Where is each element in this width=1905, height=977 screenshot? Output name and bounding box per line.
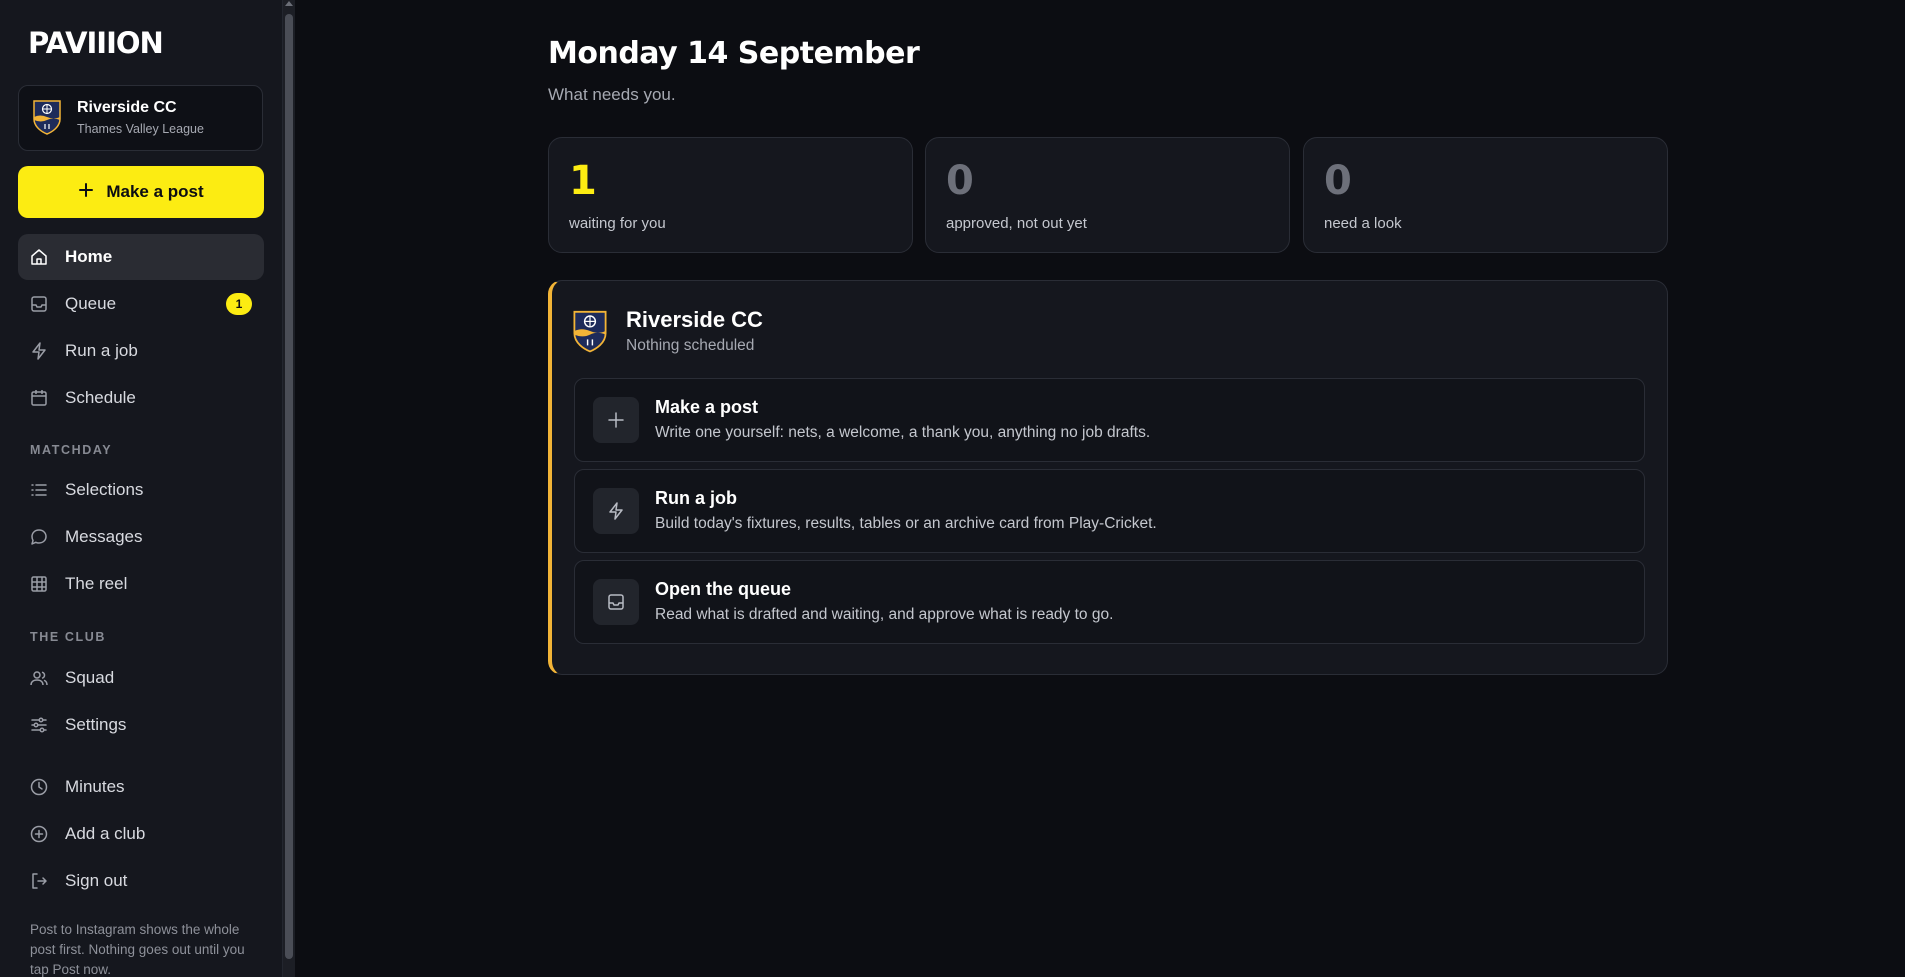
nav-item-label: The reel: [65, 574, 128, 593]
nav-item-label: Settings: [65, 715, 127, 734]
stat-label: need a look: [1324, 215, 1402, 232]
nav-item-label: Messages: [65, 527, 143, 546]
lightning-icon: [593, 488, 639, 534]
club-switcher[interactable]: Riverside CC Thames Valley League: [18, 85, 263, 151]
calendar-icon: [30, 389, 48, 407]
club-panel: Riverside CC Nothing scheduled Make a po…: [548, 280, 1668, 675]
footer-note: Post to Instagram shows the whole post f…: [30, 922, 245, 977]
inbox-icon: [593, 579, 639, 625]
club-panel-name: Riverside CC: [626, 307, 763, 332]
club-name: Riverside CC: [77, 99, 177, 116]
nav-item-label: Selections: [65, 480, 144, 499]
plus-icon: [593, 397, 639, 443]
nav-item-label: Add a club: [65, 824, 146, 843]
page-title: Monday 14 September: [548, 36, 920, 71]
action-run-job[interactable]: Run a job Build today's fixtures, result…: [574, 469, 1645, 553]
nav-item-label: Run a job: [65, 341, 138, 360]
club-league: Thames Valley League: [77, 122, 204, 136]
nav-item-add-club[interactable]: Add a club: [18, 811, 264, 857]
club-crest-icon: [32, 99, 62, 140]
users-icon: [30, 669, 48, 687]
nav-item-label: Sign out: [65, 871, 128, 890]
chat-bubble-icon: [30, 528, 48, 546]
sidebar: PAVIIION Riverside CC Thames Valley Leag…: [0, 0, 283, 977]
lightning-icon: [30, 342, 48, 360]
nav-item-run-job[interactable]: Run a job: [18, 328, 264, 374]
stat-value: 0: [1324, 158, 1352, 204]
nav-item-label: Squad: [65, 668, 115, 687]
action-title: Run a job: [655, 488, 737, 508]
section-label-matchday: MATCHDAY: [30, 443, 113, 457]
make-post-button[interactable]: Make a post: [18, 166, 264, 218]
nav-item-label: Schedule: [65, 388, 136, 407]
nav-item-queue[interactable]: Queue 1: [18, 281, 264, 327]
stat-card-waiting[interactable]: 1 waiting for you: [548, 137, 913, 253]
action-description: Read what is drafted and waiting, and ap…: [655, 606, 1114, 623]
scroll-up-arrow-icon[interactable]: [285, 1, 293, 6]
stat-value: 1: [569, 158, 597, 204]
nav-item-minutes[interactable]: Minutes: [18, 764, 264, 810]
nav-item-schedule[interactable]: Schedule: [18, 375, 264, 421]
nav-item-reel[interactable]: The reel: [18, 561, 264, 607]
grid-icon: [30, 575, 48, 593]
nav-item-settings[interactable]: Settings: [18, 702, 264, 748]
club-crest-icon: [572, 309, 608, 358]
inbox-icon: [30, 295, 48, 313]
stat-card-approved[interactable]: 0 approved, not out yet: [925, 137, 1290, 253]
stat-value: 0: [946, 158, 974, 204]
club-panel-status: Nothing scheduled: [626, 337, 755, 354]
brand-logo[interactable]: PAVIIION: [28, 26, 164, 60]
nav-item-label: Home: [65, 247, 113, 266]
list-icon: [30, 481, 48, 499]
action-title: Open the queue: [655, 579, 792, 599]
action-make-post[interactable]: Make a post Write one yourself: nets, a …: [574, 378, 1645, 462]
home-icon: [30, 248, 48, 266]
plus-icon: [78, 182, 94, 203]
nav-item-label: Queue: [65, 294, 117, 313]
nav-item-selections[interactable]: Selections: [18, 467, 264, 513]
page-subtitle: What needs you.: [548, 85, 676, 104]
stat-label: waiting for you: [569, 215, 666, 232]
action-open-queue[interactable]: Open the queue Read what is drafted and …: [574, 560, 1645, 644]
stat-card-need-look[interactable]: 0 need a look: [1303, 137, 1668, 253]
nav-item-home[interactable]: Home: [18, 234, 264, 280]
action-title: Make a post: [655, 397, 759, 417]
nav-item-sign-out[interactable]: Sign out: [18, 858, 264, 904]
nav-item-messages[interactable]: Messages: [18, 514, 264, 560]
queue-count-badge: 1: [226, 293, 252, 315]
stat-label: approved, not out yet: [946, 215, 1087, 232]
nav-item-squad[interactable]: Squad: [18, 655, 264, 701]
scrollbar-thumb[interactable]: [285, 14, 293, 959]
sliders-icon: [30, 716, 48, 734]
section-label-the-club: THE CLUB: [30, 630, 106, 644]
nav-item-label: Minutes: [65, 777, 125, 796]
clock-icon: [30, 778, 48, 796]
sign-out-icon: [30, 872, 48, 890]
action-description: Write one yourself: nets, a welcome, a t…: [655, 424, 1151, 441]
make-post-label: Make a post: [106, 182, 204, 201]
plus-circle-icon: [30, 825, 48, 843]
action-description: Build today's fixtures, results, tables …: [655, 515, 1157, 532]
sidebar-scrollbar[interactable]: [283, 0, 295, 977]
